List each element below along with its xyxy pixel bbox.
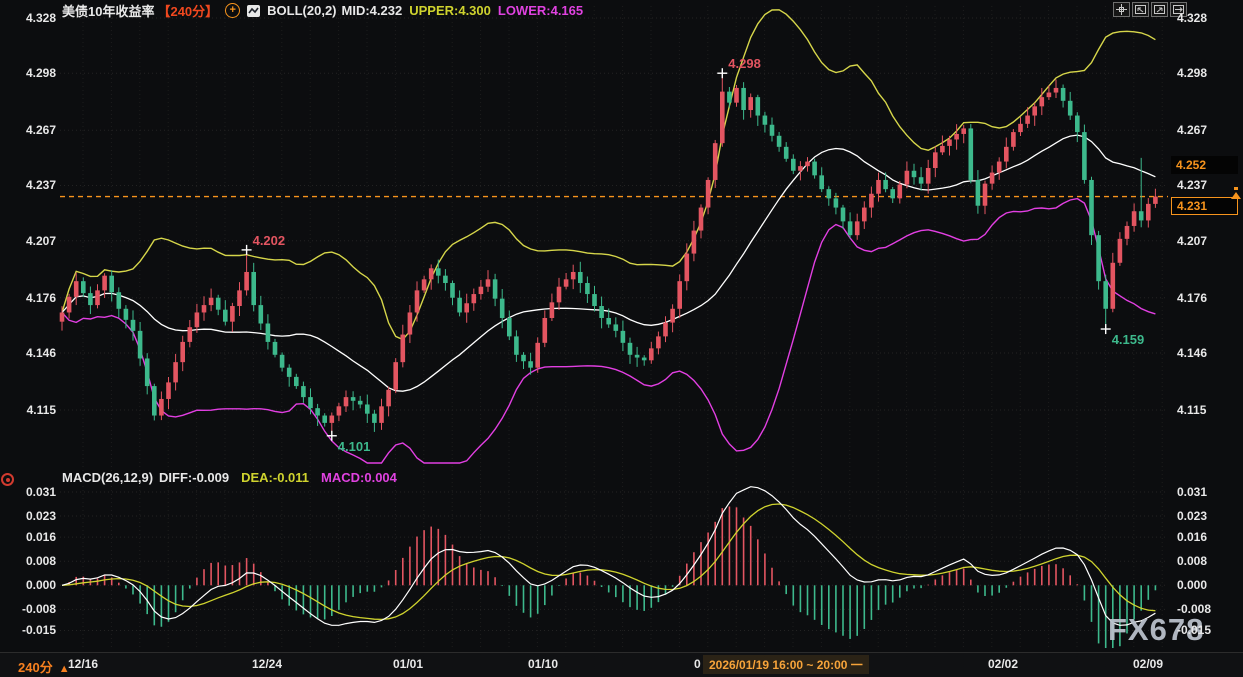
x-axis-tick: 12/16 [68, 657, 98, 671]
chart-canvas[interactable] [0, 0, 1243, 677]
macd-label: MACD(26,12,9) [62, 470, 153, 485]
watermark: FX678 [1108, 612, 1204, 648]
chart-toolbar [1113, 2, 1187, 17]
x-axis-tick: 12/24 [252, 657, 282, 671]
boll-mid: MID:4.232 [342, 3, 403, 18]
price-arrow-marker [1231, 192, 1241, 199]
period-badge: 【240分】 [157, 1, 218, 20]
pan-left-icon[interactable] [1132, 2, 1149, 17]
x-axis-partial-tick: 0 [694, 657, 701, 671]
instrument-title: 美债10年收益率 [62, 1, 154, 20]
jump-latest-icon[interactable] [1170, 2, 1187, 17]
last-price-marker: 4.231 [1171, 197, 1238, 215]
macd-diff-value: DIFF:-0.009 [159, 470, 229, 485]
x-axis-tick: 02/02 [988, 657, 1018, 671]
chart-window: 美债10年收益率 【240分】 + BOLL(20,2) MID:4.232 U… [0, 0, 1243, 677]
x-axis-tick: 01/01 [393, 657, 423, 671]
boll-lower: LOWER:4.165 [498, 3, 583, 18]
x-axis-tick: 01/10 [528, 657, 558, 671]
macd-dea-value: DEA:-0.011 [241, 470, 309, 485]
timeframe-button[interactable]: 240分▲ [18, 657, 70, 676]
x-axis-tick: 02/09 [1133, 657, 1163, 671]
x-axis: 240分▲ 0 2026/01/19 16:00 ~ 20:00 一 12/16… [0, 652, 1243, 677]
secondary-price-marker: 4.252 [1171, 156, 1238, 174]
indicator-settings-icon[interactable] [1, 473, 14, 486]
pan-right-icon[interactable] [1151, 2, 1168, 17]
macd-header: MACD(26,12,9) DIFF:-0.009 DEA:-0.011 MAC… [62, 470, 397, 485]
chart-header: 美债10年收益率 【240分】 + BOLL(20,2) MID:4.232 U… [62, 1, 583, 20]
add-indicator-icon[interactable]: + [225, 3, 240, 18]
boll-upper: UPPER:4.300 [409, 3, 491, 18]
line-chart-icon [247, 5, 260, 17]
boll-label: BOLL(20,2) [267, 3, 336, 18]
macd-hist-value: MACD:0.004 [321, 470, 397, 485]
crosshair-datetime-box: 2026/01/19 16:00 ~ 20:00 一 [703, 655, 869, 674]
crosshair-icon[interactable] [1113, 2, 1130, 17]
